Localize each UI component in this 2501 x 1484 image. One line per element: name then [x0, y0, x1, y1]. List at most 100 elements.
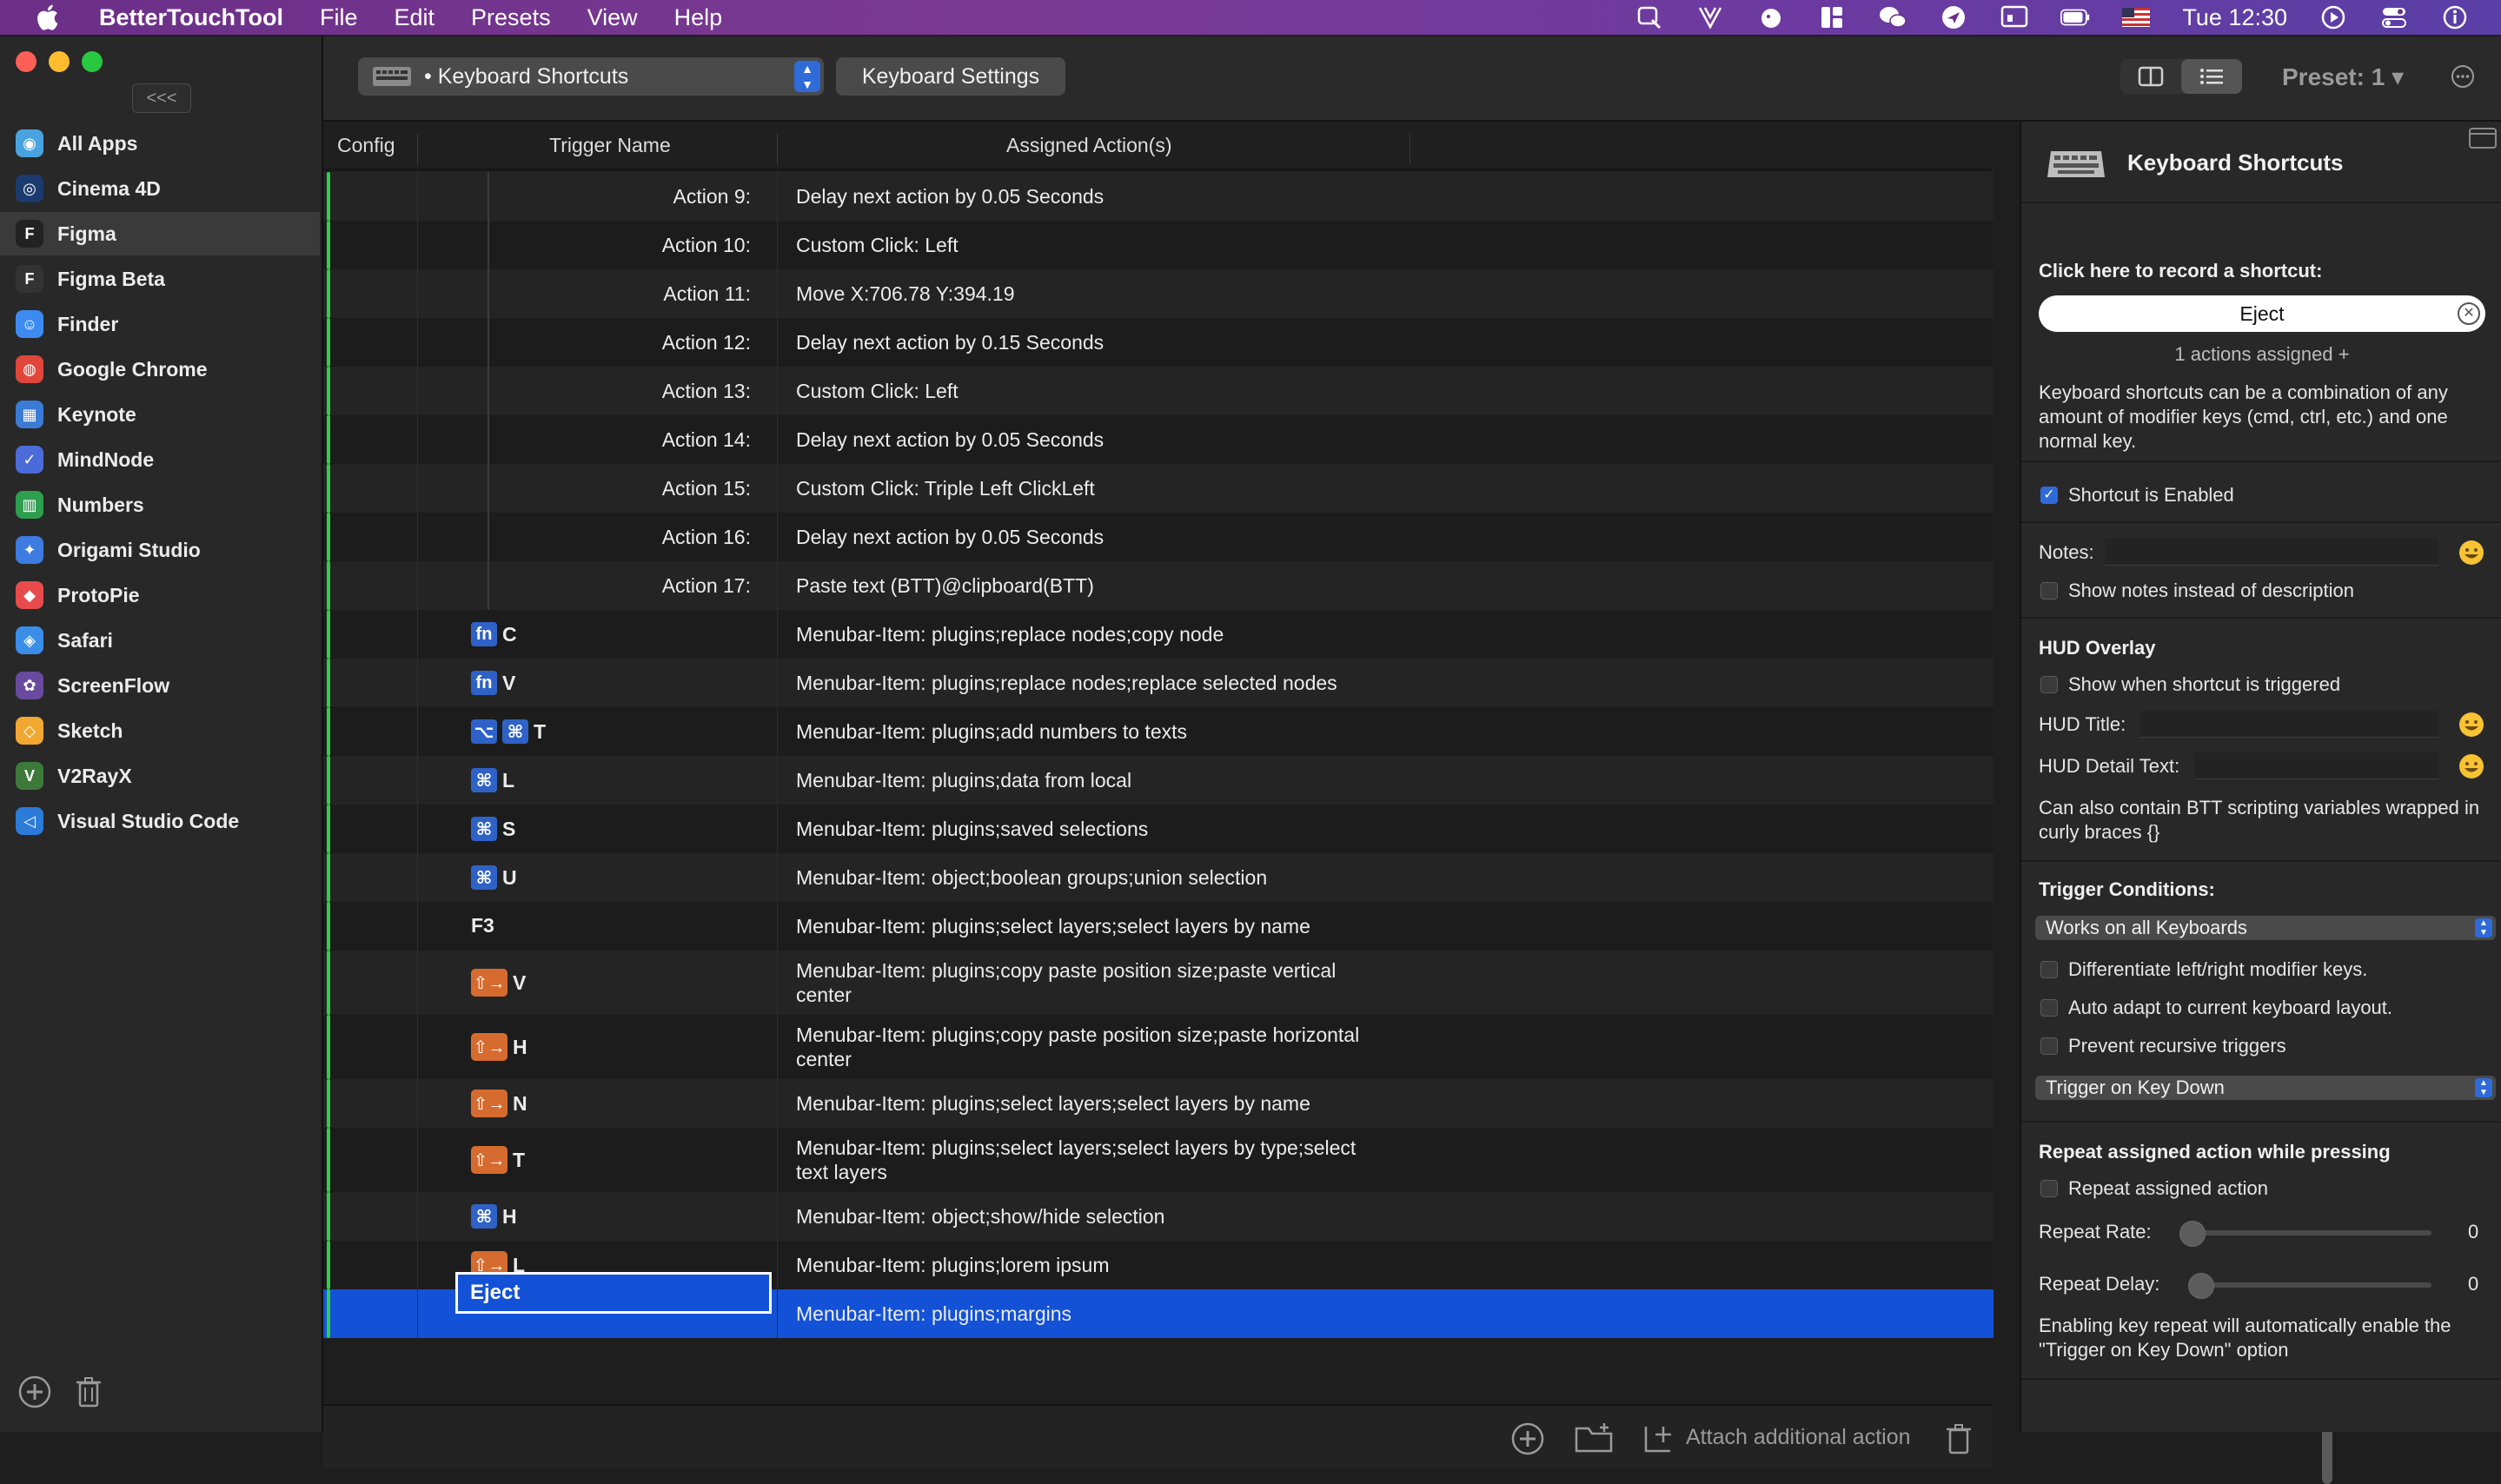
clock[interactable]: Tue 12:30: [2182, 4, 2287, 31]
menu-edit[interactable]: Edit: [395, 4, 435, 31]
sidebar-app-item[interactable]: ◎ Cinema 4D: [0, 167, 320, 210]
add-folder-icon[interactable]: [1573, 1421, 1615, 1456]
play-icon[interactable]: [2319, 4, 2348, 30]
column-trigger-name[interactable]: Trigger Name: [549, 134, 671, 157]
table-row[interactable]: ⌘ S Menubar-Item: plugins;saved selections: [323, 805, 1994, 853]
control-center-icon[interactable]: [2379, 4, 2409, 30]
clear-shortcut-icon[interactable]: ✕: [2458, 302, 2480, 325]
column-assigned-actions[interactable]: Assigned Action(s): [1006, 134, 1171, 157]
close-window-button[interactable]: [16, 51, 36, 72]
wechat-icon[interactable]: [1878, 4, 1907, 30]
spark-icon[interactable]: [1939, 4, 1968, 30]
minimize-window-button[interactable]: [49, 51, 70, 72]
repeat-delay-slider[interactable]: [2188, 1273, 2214, 1299]
attach-action-icon[interactable]: [1641, 1421, 1675, 1456]
column-divider[interactable]: [417, 134, 418, 165]
app-menu[interactable]: BetterTouchTool: [99, 4, 283, 31]
prevent-recursive-checkbox[interactable]: [2040, 1037, 2058, 1055]
sidebar-app-item[interactable]: ◈ Safari: [0, 619, 320, 662]
grid-icon[interactable]: [1817, 4, 1847, 30]
menu-help[interactable]: Help: [674, 4, 723, 31]
v2ray-icon[interactable]: [1695, 4, 1725, 30]
table-row[interactable]: ⇧→ V Menubar-Item: plugins;copy paste posi…: [323, 951, 1994, 1015]
actions-assigned-link[interactable]: 1 actions assigned +: [2021, 342, 2501, 367]
sidebar-app-item[interactable]: ✿ ScreenFlow: [0, 664, 320, 707]
table-row[interactable]: fn C Menubar-Item: plugins;replace nodes;c…: [323, 610, 1994, 659]
us-flag-icon[interactable]: [2121, 4, 2151, 30]
table-row[interactable]: ⇧→ T Menubar-Item: plugins;select layers;s…: [323, 1128, 1994, 1192]
auto-adapt-checkbox[interactable]: [2040, 999, 2058, 1017]
hud-detail-input[interactable]: [2195, 752, 2438, 779]
sidebar-app-item[interactable]: ▦ Keynote: [0, 393, 320, 436]
detach-panel-icon[interactable]: [2468, 127, 2498, 149]
collapse-sidebar-button[interactable]: <<<: [132, 83, 191, 113]
menu-view[interactable]: View: [587, 4, 638, 31]
repeat-action-checkbox[interactable]: [2040, 1180, 2058, 1197]
table-row[interactable]: Action 10: Custom Click: Left: [323, 221, 1994, 269]
sidebar-app-item[interactable]: ◉ All Apps: [0, 122, 320, 165]
list-view-button[interactable]: [2181, 59, 2242, 94]
battery-icon[interactable]: [2060, 4, 2090, 30]
sidebar-app-item[interactable]: F Figma: [0, 212, 320, 255]
emoji-picker-icon[interactable]: [2458, 711, 2485, 739]
trigger-timing-select[interactable]: Trigger on Key Down ▲ ▼: [2035, 1076, 2496, 1100]
more-options-icon[interactable]: [2451, 64, 2475, 89]
keyboard-settings-button[interactable]: Keyboard Settings: [836, 57, 1065, 96]
table-row[interactable]: ⇧→ H Menubar-Item: plugins;copy paste posi…: [323, 1015, 1994, 1079]
table-row[interactable]: Action 12: Delay next action by 0.15 Seco…: [323, 318, 1994, 367]
sidebar-app-item[interactable]: ✓ MindNode: [0, 438, 320, 481]
shortcut-recorder-field[interactable]: Eject ✕: [2039, 295, 2485, 332]
differentiate-modifiers-checkbox[interactable]: [2040, 961, 2058, 978]
attach-additional-action-button[interactable]: Attach additional action: [1686, 1425, 1911, 1450]
zoom-window-button[interactable]: [82, 51, 103, 72]
table-row[interactable]: Action 14: Delay next action by 0.05 Seco…: [323, 415, 1994, 464]
table-row[interactable]: ⌘ U Menubar-Item: object;boolean groups;un…: [323, 853, 1994, 902]
delete-action-icon[interactable]: [1941, 1421, 1976, 1456]
sidebar-app-item[interactable]: V V2RayX: [0, 754, 320, 798]
sidebar-app-item[interactable]: ▥ Numbers: [0, 483, 320, 527]
table-row[interactable]: Action 9: Delay next action by 0.05 Secon…: [323, 172, 1994, 221]
shortcut-enabled-checkbox[interactable]: ✓: [2040, 487, 2058, 504]
table-row[interactable]: Action 17: Paste text (BTT)@clipboard(BTT…: [323, 561, 1994, 610]
table-row[interactable]: Action 11: Move X:706.78 Y:394.19: [323, 269, 1994, 318]
trigger-type-select[interactable]: • Keyboard Shortcuts ▲ ▼: [358, 57, 824, 96]
preset-selector[interactable]: Preset: 1 ▾: [2282, 63, 2404, 91]
search-icon[interactable]: [1635, 4, 1664, 30]
notes-input[interactable]: [2105, 539, 2438, 566]
info-icon[interactable]: [2440, 4, 2470, 30]
repeat-delay-track[interactable]: [2188, 1282, 2431, 1288]
sidebar-app-item[interactable]: ☺ Finder: [0, 302, 320, 346]
table-row[interactable]: Action 15: Custom Click: Triple Left Clic…: [323, 464, 1994, 513]
menu-presets[interactable]: Presets: [471, 4, 551, 31]
trigger-name-edit-field[interactable]: Eject: [455, 1272, 772, 1314]
apple-icon[interactable]: [33, 2, 64, 33]
table-row[interactable]: ⌘ H Menubar-Item: object;show/hide selecti…: [323, 1192, 1994, 1241]
table-row[interactable]: fn V Menubar-Item: plugins;replace nodes;r…: [323, 659, 1994, 707]
sidebar-app-item[interactable]: ◇ Sketch: [0, 709, 320, 752]
screen-icon[interactable]: [2000, 4, 2029, 30]
emoji-picker-icon[interactable]: [2458, 539, 2485, 566]
table-row[interactable]: ⇧→ N Menubar-Item: plugins;select layers;s…: [323, 1079, 1994, 1128]
delete-app-button[interactable]: [71, 1375, 106, 1409]
menu-file[interactable]: File: [320, 4, 358, 31]
keyboards-select[interactable]: Works on all Keyboards ▲ ▼: [2035, 916, 2496, 940]
add-app-button[interactable]: [17, 1375, 52, 1409]
table-row[interactable]: Action 16: Delay next action by 0.05 Seco…: [323, 513, 1994, 561]
sidebar-app-item[interactable]: F Figma Beta: [0, 257, 320, 301]
emoji-picker-icon[interactable]: [2458, 752, 2485, 780]
sidebar-app-item[interactable]: ◁ Visual Studio Code: [0, 799, 320, 843]
repeat-rate-slider[interactable]: [2179, 1221, 2206, 1247]
sidebar-app-item[interactable]: ✦ Origami Studio: [0, 528, 320, 572]
column-divider[interactable]: [777, 134, 778, 165]
table-row[interactable]: F3 Menubar-Item: plugins;select layers;se…: [323, 902, 1994, 951]
bear-icon[interactable]: [1756, 4, 1786, 30]
sidebar-app-item[interactable]: ◆ ProtoPie: [0, 573, 320, 617]
table-row[interactable]: ⌥ ⌘ T Menubar-Item: plugins;add numbers to …: [323, 707, 1994, 756]
add-action-icon[interactable]: [1510, 1421, 1545, 1456]
show-notes-checkbox[interactable]: [2040, 582, 2058, 600]
table-row[interactable]: ⌘ L Menubar-Item: plugins;data from local: [323, 756, 1994, 805]
repeat-rate-track[interactable]: [2179, 1230, 2431, 1236]
hud-title-input[interactable]: [2139, 711, 2438, 738]
table-row[interactable]: Action 13: Custom Click: Left: [323, 367, 1994, 415]
column-config[interactable]: Config: [337, 134, 395, 157]
